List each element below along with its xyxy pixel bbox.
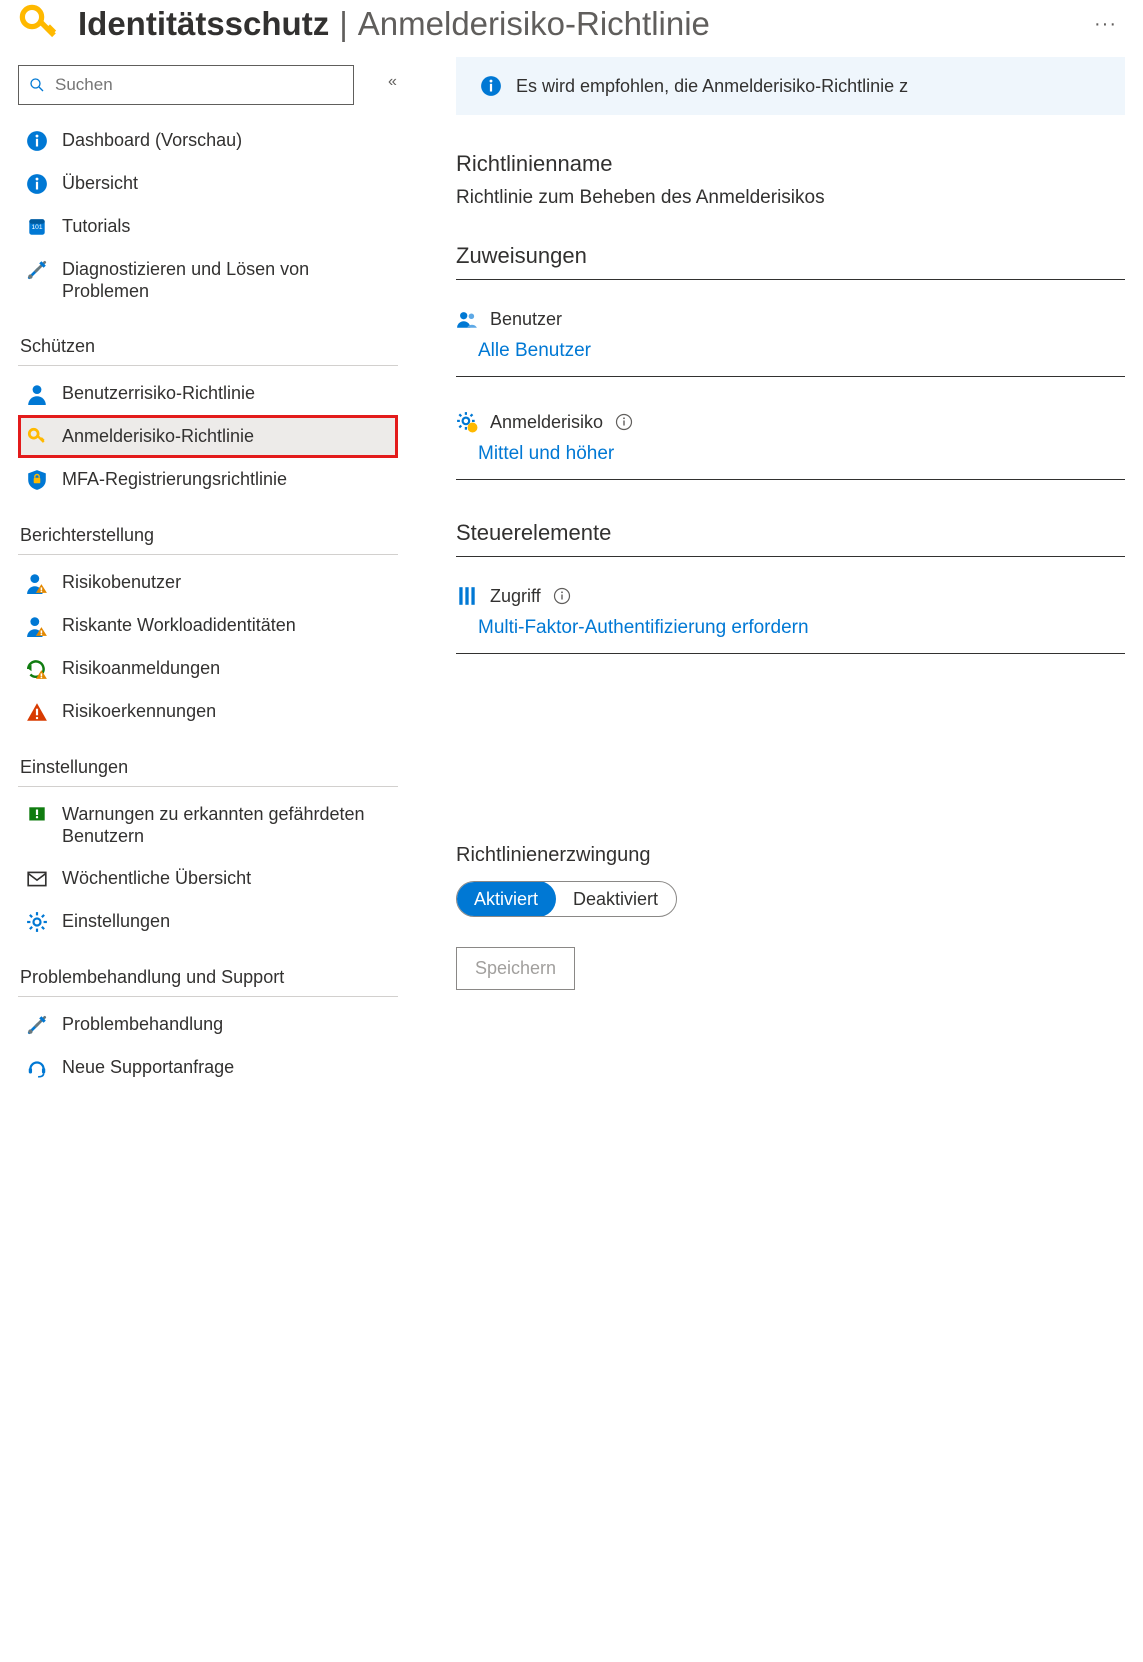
nav-label: Risikoerkennungen: [62, 700, 216, 722]
controls-header: Steuerelemente: [456, 520, 1125, 557]
users-icon: [456, 308, 478, 330]
info-outline-icon[interactable]: [615, 413, 633, 431]
nav-section-reporting: Berichterstellung: [18, 501, 398, 555]
policy-name-label: Richtlinienname: [456, 151, 1125, 177]
nav-section-support: Problembehandlung und Support: [18, 943, 398, 997]
nav-label: Neue Supportanfrage: [62, 1056, 234, 1078]
nav-label: Wöchentliche Übersicht: [62, 867, 251, 889]
search-input-wrap[interactable]: [18, 65, 354, 105]
flag-alert-icon: [26, 804, 48, 826]
nav-item-troubleshooting[interactable]: Problembehandlung: [18, 1003, 398, 1046]
nav-label: Tutorials: [62, 215, 130, 237]
nav-label: Risikoanmeldungen: [62, 657, 220, 679]
policy-name-value: Richtlinie zum Beheben des Anmelderisiko…: [456, 187, 1125, 209]
more-button[interactable]: ···: [1086, 13, 1125, 36]
nav-item-risky-signins[interactable]: Risikoanmeldungen: [18, 647, 398, 690]
title-strong: Identitätsschutz: [78, 5, 329, 43]
info-banner-text: Es wird empfohlen, die Anmelderisiko-Ric…: [516, 76, 908, 97]
mail-icon: [26, 868, 48, 890]
nav-item-dashboard[interactable]: Dashboard (Vorschau): [18, 119, 398, 162]
key-icon: [26, 426, 48, 448]
assignment-users-label: Benutzer: [490, 309, 562, 330]
nav-item-settings[interactable]: Einstellungen: [18, 900, 398, 943]
tools-icon: [26, 259, 48, 281]
control-access-block[interactable]: Zugriff Multi-Faktor-Authentifizierung e…: [456, 571, 1125, 654]
nav-label: Benutzerrisiko-Richtlinie: [62, 382, 255, 404]
nav-section-protect: Schützen: [18, 312, 398, 366]
nav-item-user-alerts[interactable]: Warnungen zu erkannten gefährdeten Benut…: [18, 793, 398, 857]
info-icon: [26, 130, 48, 152]
assignment-users-block[interactable]: Benutzer Alle Benutzer: [456, 294, 1125, 377]
user-warning-icon: [26, 615, 48, 637]
enforcement-label: Richtlinienerzwingung: [456, 844, 1125, 867]
nav-item-tutorials[interactable]: 101 Tutorials: [18, 205, 398, 248]
footer: Richtlinienerzwingung Aktiviert Deaktivi…: [456, 674, 1125, 990]
nav-item-risky-users[interactable]: Risikobenutzer: [18, 561, 398, 604]
info-outline-icon[interactable]: [553, 587, 571, 605]
book-icon: 101: [26, 216, 48, 238]
title-sub: Anmelderisiko-Richtlinie: [358, 5, 710, 43]
assignment-risk-label: Anmelderisiko: [490, 412, 603, 433]
nav-label: Riskante Workloadidentitäten: [62, 614, 296, 636]
main-panel: Es wird empfohlen, die Anmelderisiko-Ric…: [398, 57, 1125, 1089]
shield-icon: [26, 469, 48, 491]
nav-label: Dashboard (Vorschau): [62, 129, 242, 151]
nav-label: Warnungen zu erkannten gefährdeten Benut…: [62, 803, 390, 847]
nav-label: Übersicht: [62, 172, 138, 194]
user-warning-icon: [26, 572, 48, 594]
nav-item-overview[interactable]: Übersicht: [18, 162, 398, 205]
nav-label: Einstellungen: [62, 910, 170, 932]
nav-item-new-support-request[interactable]: Neue Supportanfrage: [18, 1046, 398, 1089]
nav-label: Diagnostizieren und Lösen von Problemen: [62, 258, 390, 302]
page-header: Identitätsschutz | Anmelderisiko-Richtli…: [0, 0, 1143, 57]
assignment-users-value[interactable]: Alle Benutzer: [456, 340, 1125, 362]
gear-icon: [26, 911, 48, 933]
search-input[interactable]: [53, 74, 343, 96]
assignments-header: Zuweisungen: [456, 243, 1125, 280]
nav-item-risk-detections[interactable]: Risikoerkennungen: [18, 690, 398, 733]
warning-icon: [26, 701, 48, 723]
nav-item-diagnose[interactable]: Diagnostizieren und Lösen von Problemen: [18, 248, 398, 312]
svg-text:101: 101: [31, 224, 42, 231]
nav-label: Risikobenutzer: [62, 571, 181, 593]
search-icon: [29, 77, 53, 93]
toggle-disabled[interactable]: Deaktiviert: [555, 882, 676, 916]
tools-icon: [26, 1014, 48, 1036]
page-title: Identitätsschutz | Anmelderisiko-Richtli…: [78, 5, 1086, 43]
sidebar: « Dashboard (Vorschau) Übersicht 101 Tut…: [18, 57, 398, 1089]
info-icon: [480, 75, 502, 97]
nav-item-weekly-digest[interactable]: Wöchentliche Übersicht: [18, 857, 398, 900]
signin-warning-icon: [26, 658, 48, 680]
user-icon: [26, 383, 48, 405]
info-banner: Es wird empfohlen, die Anmelderisiko-Ric…: [456, 57, 1125, 115]
nav-label: Problembehandlung: [62, 1013, 223, 1035]
nav-section-settings: Einstellungen: [18, 733, 398, 787]
nav-item-user-risk-policy[interactable]: Benutzerrisiko-Richtlinie: [18, 372, 398, 415]
nav-label: Anmelderisiko-Richtlinie: [62, 425, 254, 447]
headset-icon: [26, 1057, 48, 1079]
toggle-enabled[interactable]: Aktiviert: [456, 881, 556, 917]
nav-item-risky-workloads[interactable]: Riskante Workloadidentitäten: [18, 604, 398, 647]
control-access-value[interactable]: Multi-Faktor-Authentifizierung erfordern: [456, 617, 1125, 639]
key-icon: [18, 3, 60, 45]
nav-item-mfa-registration-policy[interactable]: MFA-Registrierungsrichtlinie: [18, 458, 398, 501]
info-icon: [26, 173, 48, 195]
title-separator: |: [339, 5, 348, 43]
assignment-risk-value[interactable]: Mittel und höher: [456, 443, 1125, 465]
collapse-sidebar-button[interactable]: «: [388, 73, 397, 91]
sliders-icon: [456, 585, 478, 607]
control-access-label: Zugriff: [490, 586, 541, 607]
nav-label: MFA-Registrierungsrichtlinie: [62, 468, 287, 490]
assignment-risk-block[interactable]: Anmelderisiko Mittel und höher: [456, 397, 1125, 480]
save-button[interactable]: Speichern: [456, 947, 575, 990]
nav-item-signin-risk-policy[interactable]: Anmelderisiko-Richtlinie: [18, 415, 398, 458]
gear-badge-icon: [456, 411, 478, 433]
enforcement-toggle[interactable]: Aktiviert Deaktiviert: [456, 881, 677, 917]
